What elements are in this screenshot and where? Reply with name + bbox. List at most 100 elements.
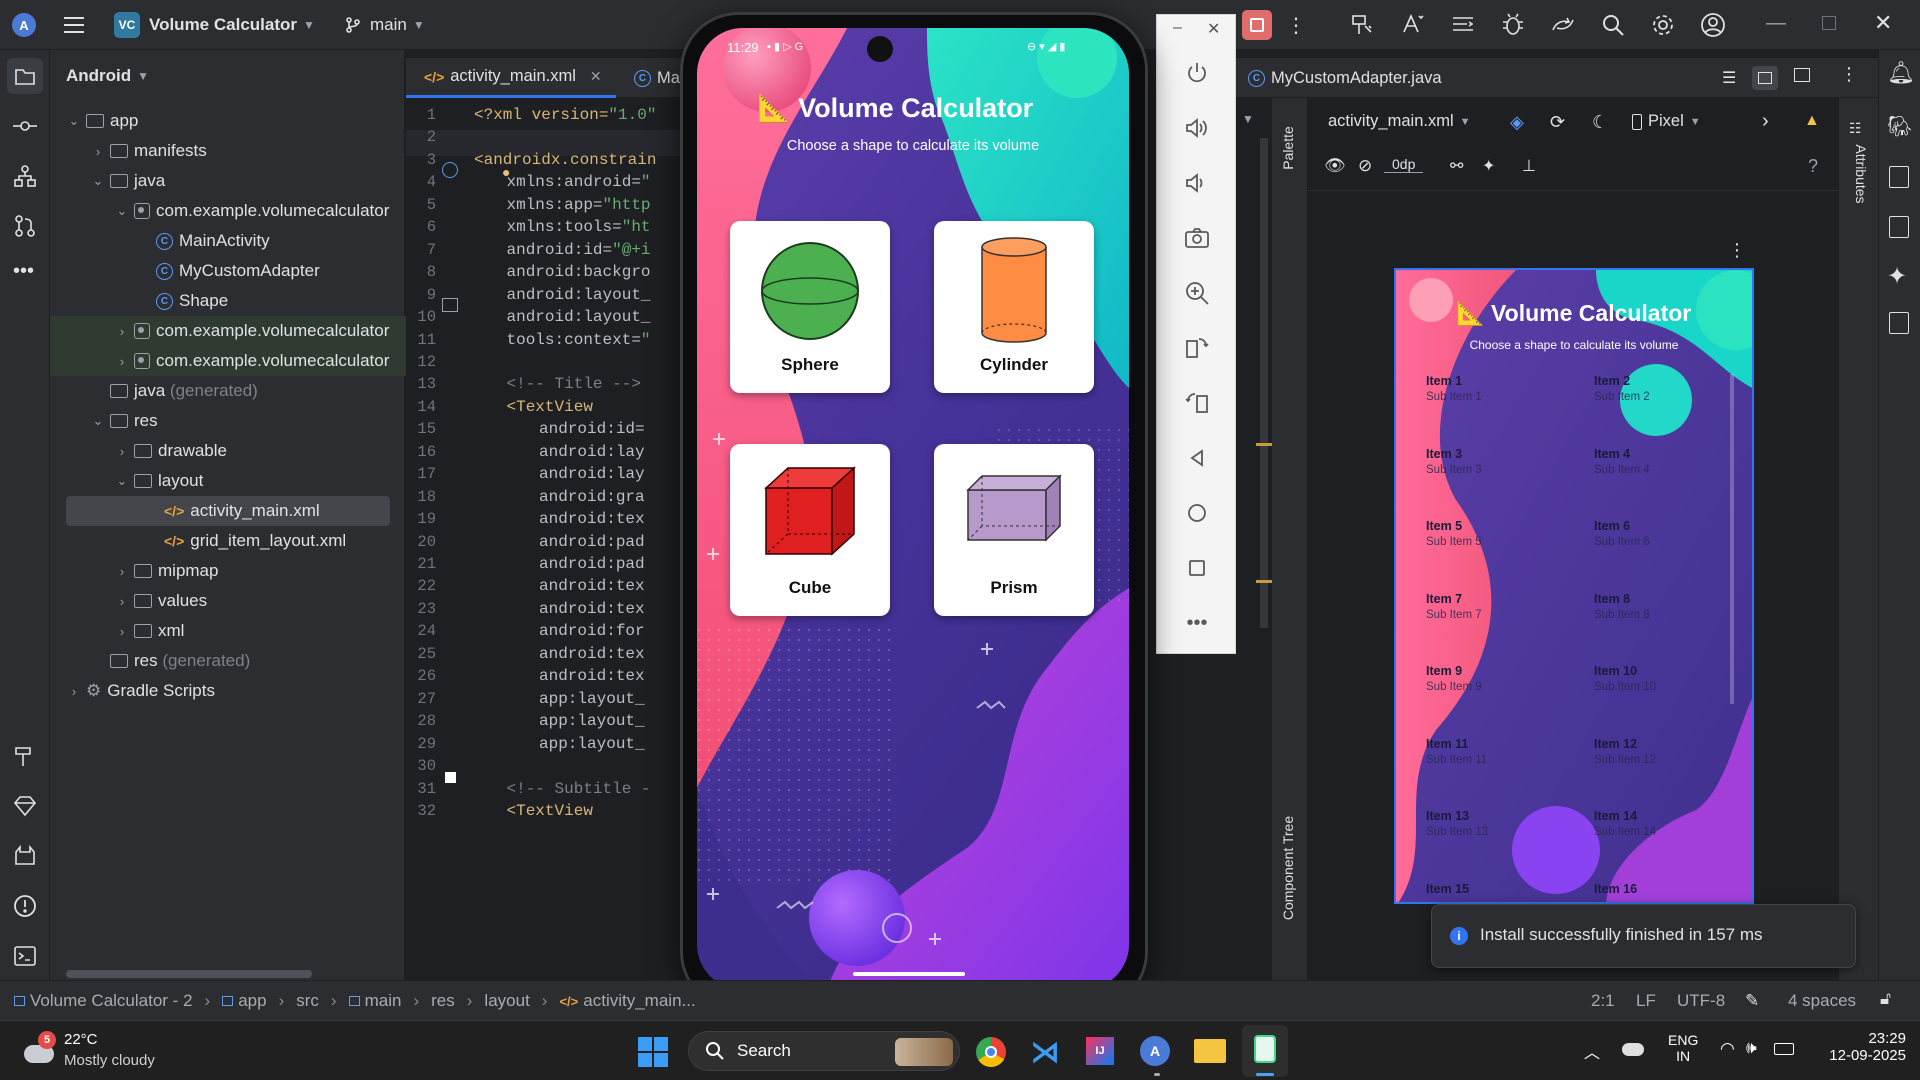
breadcrumb-item[interactable]: res [431,991,455,1011]
tree-item-values[interactable]: › values [114,586,207,616]
home-icon[interactable] [1175,491,1219,535]
more-vertical-icon[interactable]: ⋮ [1728,240,1746,261]
tree-item-app[interactable]: ⌄ app [66,106,139,136]
breadcrumb-item[interactable]: src [296,991,319,1011]
project-tool-icon[interactable] [7,58,43,94]
maximize-icon[interactable] [1822,16,1836,30]
file-explorer-icon[interactable] [1194,1039,1226,1063]
tab-mycustomadapter-java[interactable]: C MyCustomAdapter.java [1236,58,1442,98]
logcat-icon[interactable] [13,844,37,868]
design-view-icon[interactable] [1794,68,1810,82]
code-view-icon[interactable]: ☰ [1722,68,1736,88]
chevron-right-icon[interactable]: › [1762,110,1769,133]
tree-item-layout[interactable]: ⌄ layout [114,466,204,496]
tree-item-mipmap[interactable]: › mipmap [114,556,219,586]
emulator-close-icon[interactable]: ✕ [1207,19,1220,39]
shape-card-cylinder[interactable]: Cylinder [934,221,1094,393]
settings-gear-icon[interactable] [1650,12,1676,38]
tree-item-xml[interactable]: › xml [114,616,185,646]
night-mode-icon[interactable]: ☾ [1592,112,1608,133]
tab-mainactivity[interactable]: C Ma [630,58,680,98]
zoom-icon[interactable] [1175,271,1219,315]
code-style-icon[interactable]: ✎ [1745,991,1759,1011]
layout-preview[interactable]: 📐 Volume Calculator Choose a shape to ca… [1394,268,1754,904]
horizontal-scrollbar[interactable] [66,970,312,978]
emulator-taskbar-button[interactable] [1242,1025,1288,1077]
volume-down-icon[interactable] [1175,161,1219,205]
more-options-icon[interactable]: ••• [1175,601,1219,645]
tree-item-activity-main-xml[interactable]: </> activity_main.xml [66,496,390,526]
blueprint-toggle-icon[interactable]: ◈ [1510,112,1524,133]
bug-icon[interactable] [1500,12,1526,38]
speaker-icon[interactable]: 🕪︎ [1746,1038,1757,1058]
shape-card-cube[interactable]: Cube [730,444,890,616]
stop-icon[interactable] [1242,10,1272,40]
tree-item-gradle-scripts[interactable]: › ⚙ Gradle Scripts [66,676,215,706]
weather-widget[interactable]: 5 [18,1031,60,1071]
commit-icon[interactable] [13,114,37,138]
caret-position[interactable]: 2:1 [1591,991,1615,1011]
warning-icon[interactable]: ▲ [1804,112,1820,130]
split-view-icon[interactable] [1752,66,1778,90]
notifications-icon[interactable]: 🔔︎ [1887,60,1915,86]
view-options-icon[interactable]: 👁 [1324,156,1346,176]
orientation-icon[interactable]: ⟳ [1550,112,1565,133]
file-encoding[interactable]: UTF-8 [1677,991,1725,1011]
power-icon[interactable] [1175,51,1219,95]
component-tree-tab[interactable]: Component Tree [1280,800,1300,936]
emulator-minimize-icon[interactable]: – [1173,19,1182,37]
tree-item-res[interactable]: ⌄ res [90,406,158,436]
device-selector[interactable]: Pixel ▼ [1632,112,1701,131]
chrome-icon[interactable] [976,1037,1006,1067]
taskbar-search[interactable]: Search [688,1031,960,1071]
start-icon[interactable] [638,1037,668,1067]
autoconnect-icon[interactable]: ⊘ [1358,156,1372,176]
lock-icon[interactable]: 🔓︎ [1880,989,1891,1009]
layout-inspector-icon[interactable] [1889,312,1909,334]
tree-item-package[interactable]: ⌄ com.example.volumecalculator [114,196,390,226]
shape-card-sphere[interactable]: Sphere [730,221,890,393]
tree-item-shape[interactable]: C Shape [152,286,228,316]
battery-icon[interactable] [1774,1043,1794,1055]
guidelines-icon[interactable]: ⊥ [1522,156,1536,176]
account-icon[interactable] [1700,12,1726,38]
help-icon[interactable]: ? [1808,156,1818,177]
search-icon[interactable] [1600,12,1626,38]
pull-requests-icon[interactable] [13,214,37,238]
tree-item-package-test[interactable]: › com.example.volumecalculator [50,346,406,376]
breadcrumb-item[interactable]: activity_main... [583,991,695,1011]
terminal-icon[interactable] [13,944,37,968]
device-manager-icon[interactable] [1450,12,1476,38]
layout-file-selector[interactable]: activity_main.xml ▼ [1328,112,1471,131]
tree-item-manifests[interactable]: › manifests [90,136,207,166]
close-window-icon[interactable]: ✕ [1874,10,1892,36]
tree-item-mycustomadapter[interactable]: C MyCustomAdapter [152,256,320,286]
android-studio-taskbar-icon[interactable]: A [1140,1036,1170,1066]
color-gutter-icon[interactable] [445,772,456,783]
clock[interactable]: 23:29 12-09-2025 [1806,1030,1906,1064]
gemini-icon[interactable]: ✦ [1887,262,1907,291]
running-devices-icon[interactable] [1889,216,1909,238]
intellij-icon[interactable]: IJ [1086,1037,1114,1065]
overview-icon[interactable] [1175,546,1219,590]
tab-activity-main-xml[interactable]: </> activity_main.xml ✕ [406,58,616,98]
volume-up-icon[interactable] [1175,106,1219,150]
problems-icon[interactable] [13,894,37,918]
tree-item-mainactivity[interactable]: C MainActivity [152,226,270,256]
onedrive-cloud-icon[interactable] [1622,1043,1644,1056]
more-vertical-icon[interactable]: ⋮ [1286,10,1306,40]
image-gutter-icon[interactable] [442,298,458,312]
more-vertical-icon[interactable]: ⋮ [1840,64,1858,85]
project-view-selector[interactable]: Android ▼ [66,66,149,86]
project-selector[interactable]: VC Volume Calculator ▼ [114,10,315,40]
more-tools-icon[interactable]: ••• [13,260,34,283]
wifi-icon[interactable]: ◠ [1720,1039,1735,1059]
install-notification[interactable]: i Install successfully finished in 157 m… [1431,904,1856,968]
breadcrumb-item[interactable]: app [238,991,266,1011]
gesture-nav-bar[interactable] [853,972,965,976]
tree-item-grid-item-layout-xml[interactable]: </> grid_item_layout.xml [160,526,346,556]
rotate-left-icon[interactable] [1175,326,1219,370]
vertical-scrollbar[interactable] [1260,138,1268,628]
tree-item-java[interactable]: ⌄ java [90,166,166,196]
class-gutter-icon[interactable] [442,162,458,178]
